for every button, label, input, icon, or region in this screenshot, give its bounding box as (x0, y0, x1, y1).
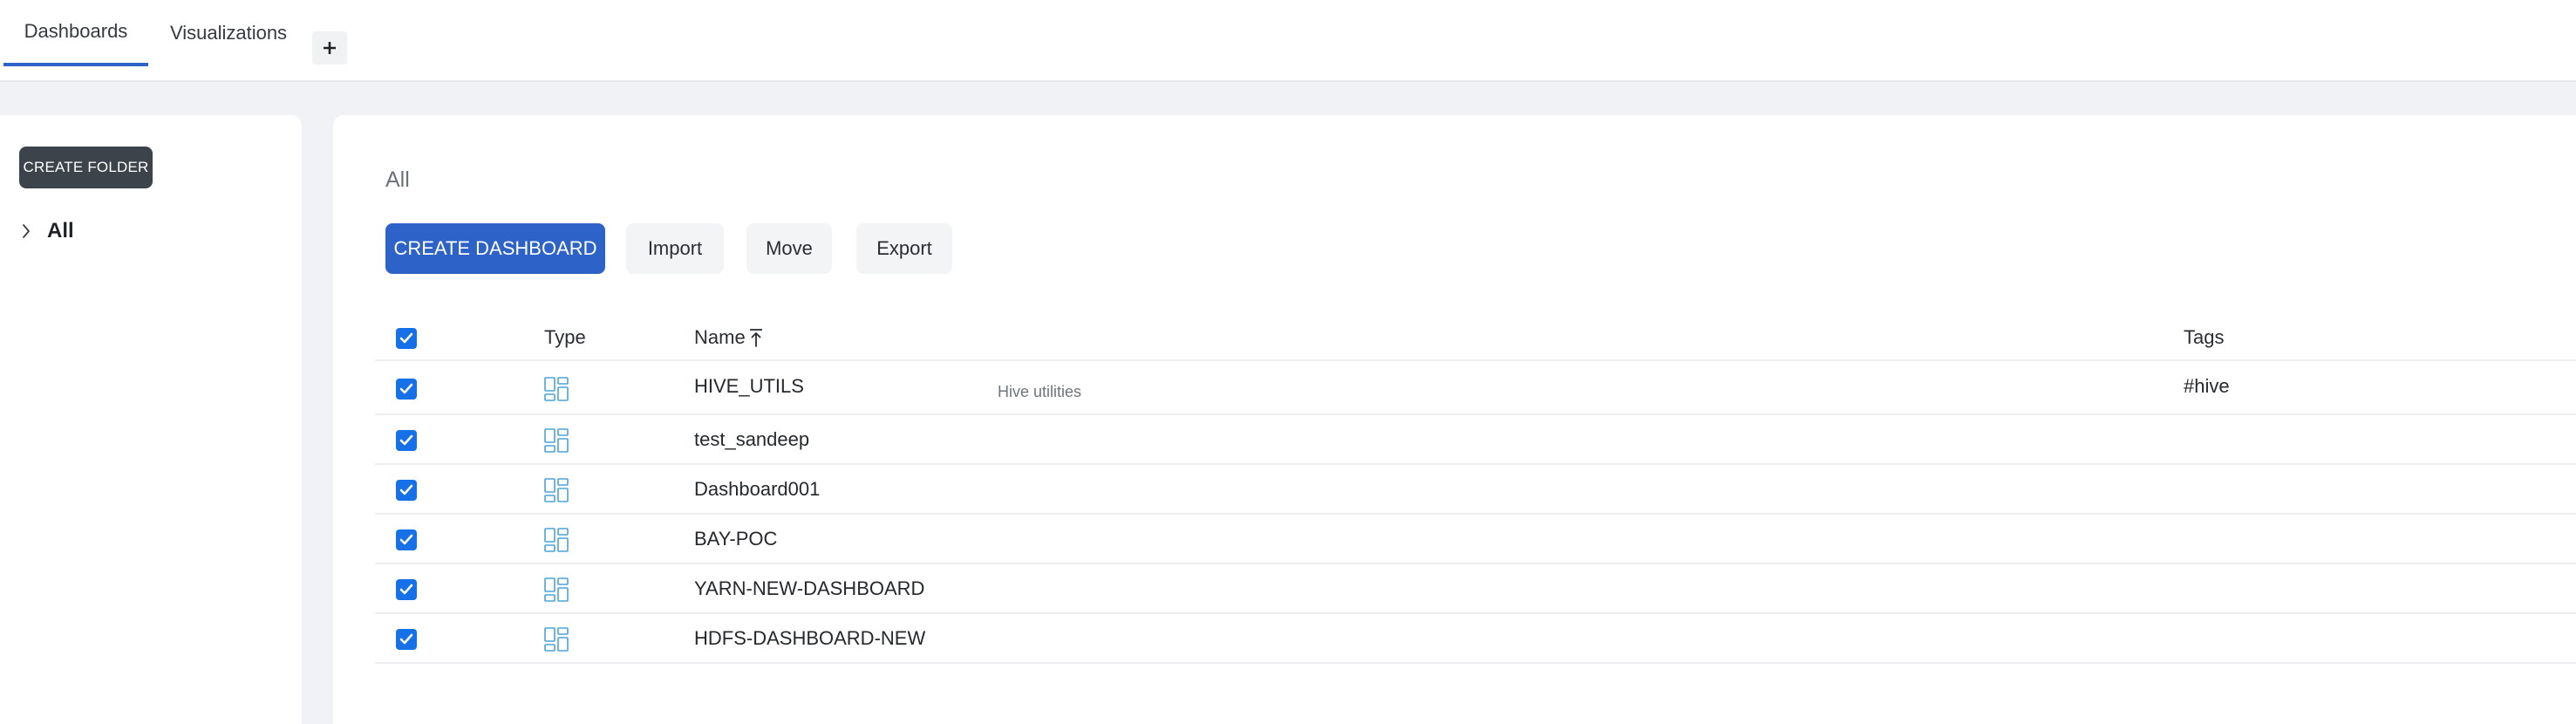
checkmark-icon (399, 434, 413, 446)
column-header-name-label: Name (694, 326, 746, 348)
folder-tree-label: All (47, 219, 74, 242)
dashboard-list-panel: All CREATE DASHBOARD Import Move Export … (333, 115, 2576, 724)
chevron-right-icon[interactable] (17, 221, 35, 242)
checkmark-icon (399, 584, 413, 595)
dashboard-name-link[interactable]: test_sandeep (694, 428, 809, 451)
checkmark-icon (399, 633, 413, 645)
table-row[interactable]: test_sandeep (375, 415, 2576, 465)
tab-dashboards[interactable]: Dashboards (3, 0, 148, 66)
tab-visualizations[interactable]: Visualizations (157, 0, 300, 66)
checkmark-icon (399, 534, 413, 545)
dashboard-name-link[interactable]: HIVE_UTILS (694, 375, 804, 398)
dashboard-icon (544, 478, 569, 502)
dashboard-description: Hive utilities (998, 383, 1082, 400)
dashboard-icon (544, 528, 569, 552)
select-all-checkbox[interactable] (396, 328, 417, 349)
dashboard-icon (544, 577, 569, 602)
row-checkbox[interactable] (396, 480, 417, 501)
import-button[interactable]: Import (626, 223, 724, 274)
move-button[interactable]: Move (746, 223, 832, 274)
dashboard-table: Type Name Tags HIVE_UTILS Hive utilities… (375, 312, 2576, 664)
dashboard-tag[interactable]: #hive (2184, 375, 2230, 398)
dashboard-icon (544, 627, 569, 652)
table-row[interactable]: HDFS-DASHBOARD-NEW (375, 614, 2576, 664)
checkmark-icon (399, 484, 413, 495)
column-header-type: Type (544, 326, 586, 348)
tab-dashboards-label: Dashboards (24, 20, 128, 42)
folder-sidebar: CREATE FOLDER All (0, 115, 302, 724)
table-row[interactable]: YARN-NEW-DASHBOARD (375, 564, 2576, 614)
row-checkbox[interactable] (396, 529, 417, 550)
folder-tree-item-all[interactable]: All (17, 216, 74, 246)
column-header-name[interactable]: Name (694, 326, 763, 349)
dashboard-icon (544, 377, 569, 401)
table-row[interactable]: BAY-POC (375, 515, 2576, 564)
dashboard-name-link[interactable]: YARN-NEW-DASHBOARD (694, 577, 924, 600)
checkmark-icon (399, 332, 413, 344)
dashboard-icon (544, 428, 569, 453)
row-checkbox[interactable] (396, 579, 417, 600)
row-checkbox[interactable] (396, 430, 417, 451)
column-header-tags: Tags (2184, 326, 2225, 348)
dashboard-name-link[interactable]: Dashboard001 (694, 478, 820, 501)
dashboard-name-link[interactable]: HDFS-DASHBOARD-NEW (694, 627, 925, 650)
add-tab-button[interactable] (312, 31, 347, 65)
row-checkbox[interactable] (396, 629, 417, 650)
plus-icon (324, 42, 336, 54)
checkmark-icon (399, 383, 413, 394)
tab-visualizations-label: Visualizations (169, 22, 288, 44)
table-row[interactable]: Dashboard001 (375, 465, 2576, 515)
row-checkbox[interactable] (396, 379, 417, 400)
dashboard-name-link[interactable]: BAY-POC (694, 528, 777, 550)
table-header-row: Type Name Tags (375, 312, 2576, 361)
sort-ascending-icon[interactable] (749, 328, 763, 347)
create-dashboard-button[interactable]: CREATE DASHBOARD (385, 223, 605, 274)
top-tab-bar: Dashboards Visualizations (0, 0, 2576, 82)
breadcrumb: All (385, 167, 410, 192)
table-row[interactable]: HIVE_UTILS Hive utilities #hive (375, 361, 2576, 415)
create-folder-button[interactable]: CREATE FOLDER (19, 147, 153, 188)
export-button[interactable]: Export (856, 223, 952, 274)
